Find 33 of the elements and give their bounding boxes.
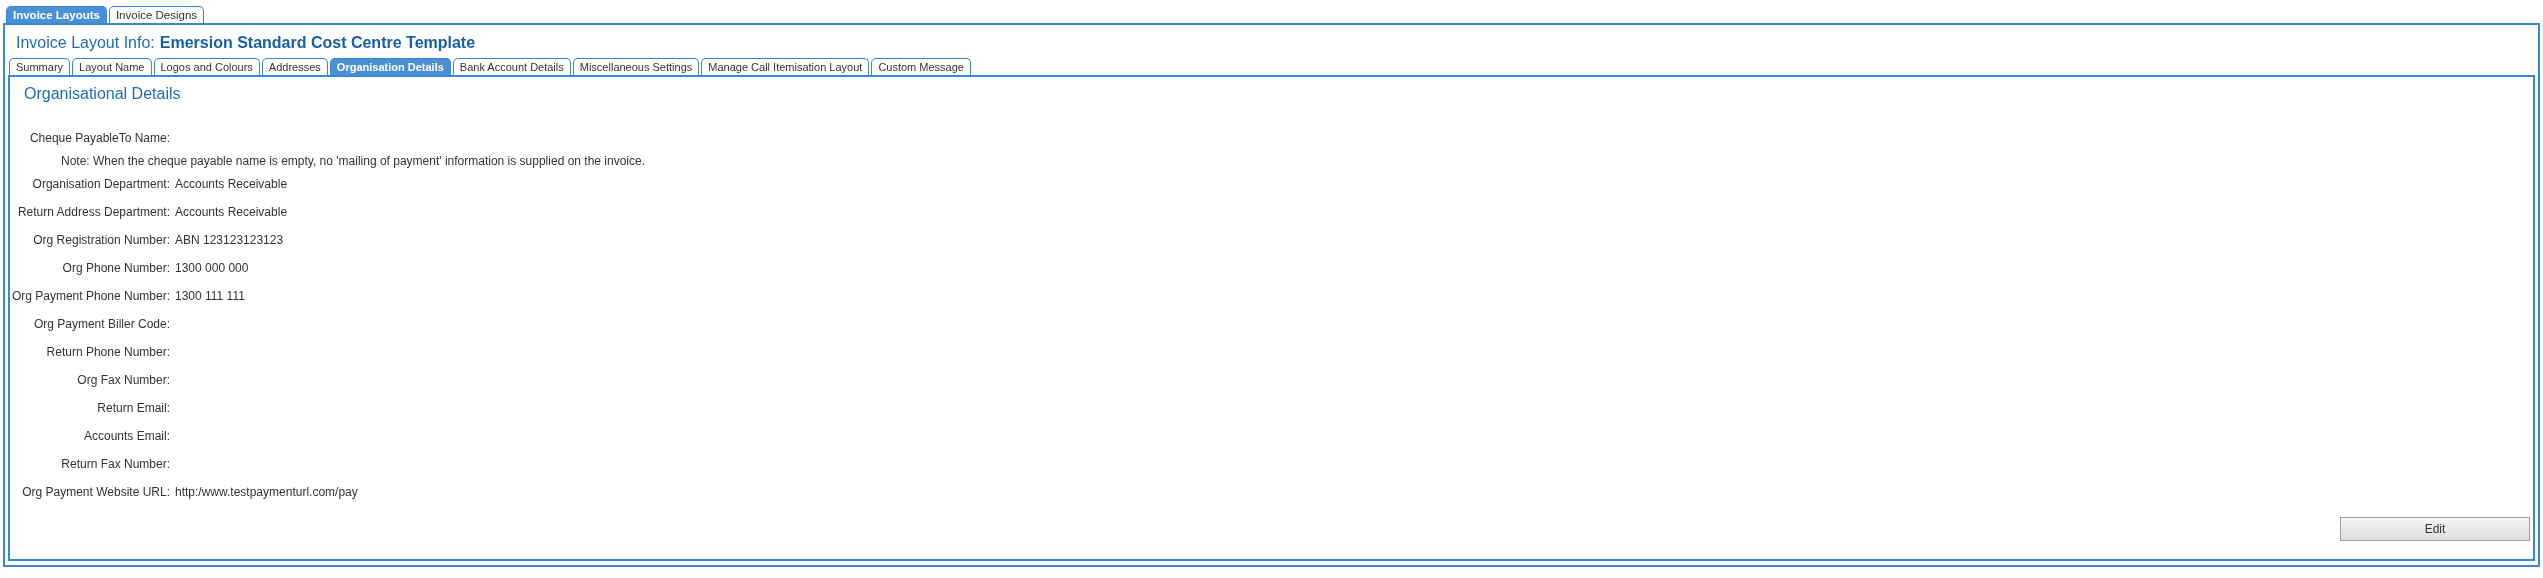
field-value: Accounts Receivable [175, 177, 288, 191]
field-label: Org Payment Phone Number: [10, 289, 170, 303]
field-value: http:/www.testpaymenturl.com/pay [175, 485, 358, 499]
note-text: Note: When the cheque payable name is empty, no 'mailing of payment' information is supplied on the invoice. [60, 154, 646, 168]
field-label: Return Address Department: [16, 205, 170, 219]
tab[interactable]: Addresses [261, 58, 328, 75]
header-label: Invoice Layout Info: [16, 34, 155, 52]
field-label: Return Email: [96, 401, 170, 415]
field-value: 1300 111 111 [175, 289, 245, 303]
field-label: Org Fax Number: [76, 373, 170, 387]
tab[interactable]: Summary [9, 58, 71, 75]
field-label: Cheque PayableTo Name: [28, 131, 170, 145]
tab[interactable]: Logos and Colours [153, 58, 260, 75]
tab[interactable]: Bank Account Details [452, 58, 571, 75]
layout-name: Emersion Standard Cost Centre Template [159, 34, 476, 52]
field-value: ABN 123123123123 [175, 233, 284, 247]
field-label: Accounts Email: [82, 429, 170, 443]
tab[interactable]: Custom Message [871, 58, 971, 75]
field-value: 1300 000 000 [175, 261, 249, 275]
edit-button[interactable]: Edit [2340, 517, 2530, 541]
tab[interactable]: Invoice Designs [108, 6, 205, 23]
field-value: Accounts Receivable [175, 205, 288, 219]
field-label: Org Payment Website URL: [21, 485, 170, 499]
field-label: Organisation Department: [31, 177, 170, 191]
field-label: Org Registration Number: [32, 233, 170, 247]
tab[interactable]: Miscellaneous Settings [572, 58, 700, 75]
section-title: Organisational Details [23, 84, 182, 104]
field-label: Org Payment Biller Code: [32, 317, 170, 331]
field-label: Return Fax Number: [60, 457, 170, 471]
field-label: Return Phone Number: [45, 345, 170, 359]
field-label: Org Phone Number: [61, 261, 170, 275]
tab[interactable]: Manage Call Itemisation Layout [701, 58, 870, 75]
tab[interactable]: Layout Name [72, 58, 152, 75]
